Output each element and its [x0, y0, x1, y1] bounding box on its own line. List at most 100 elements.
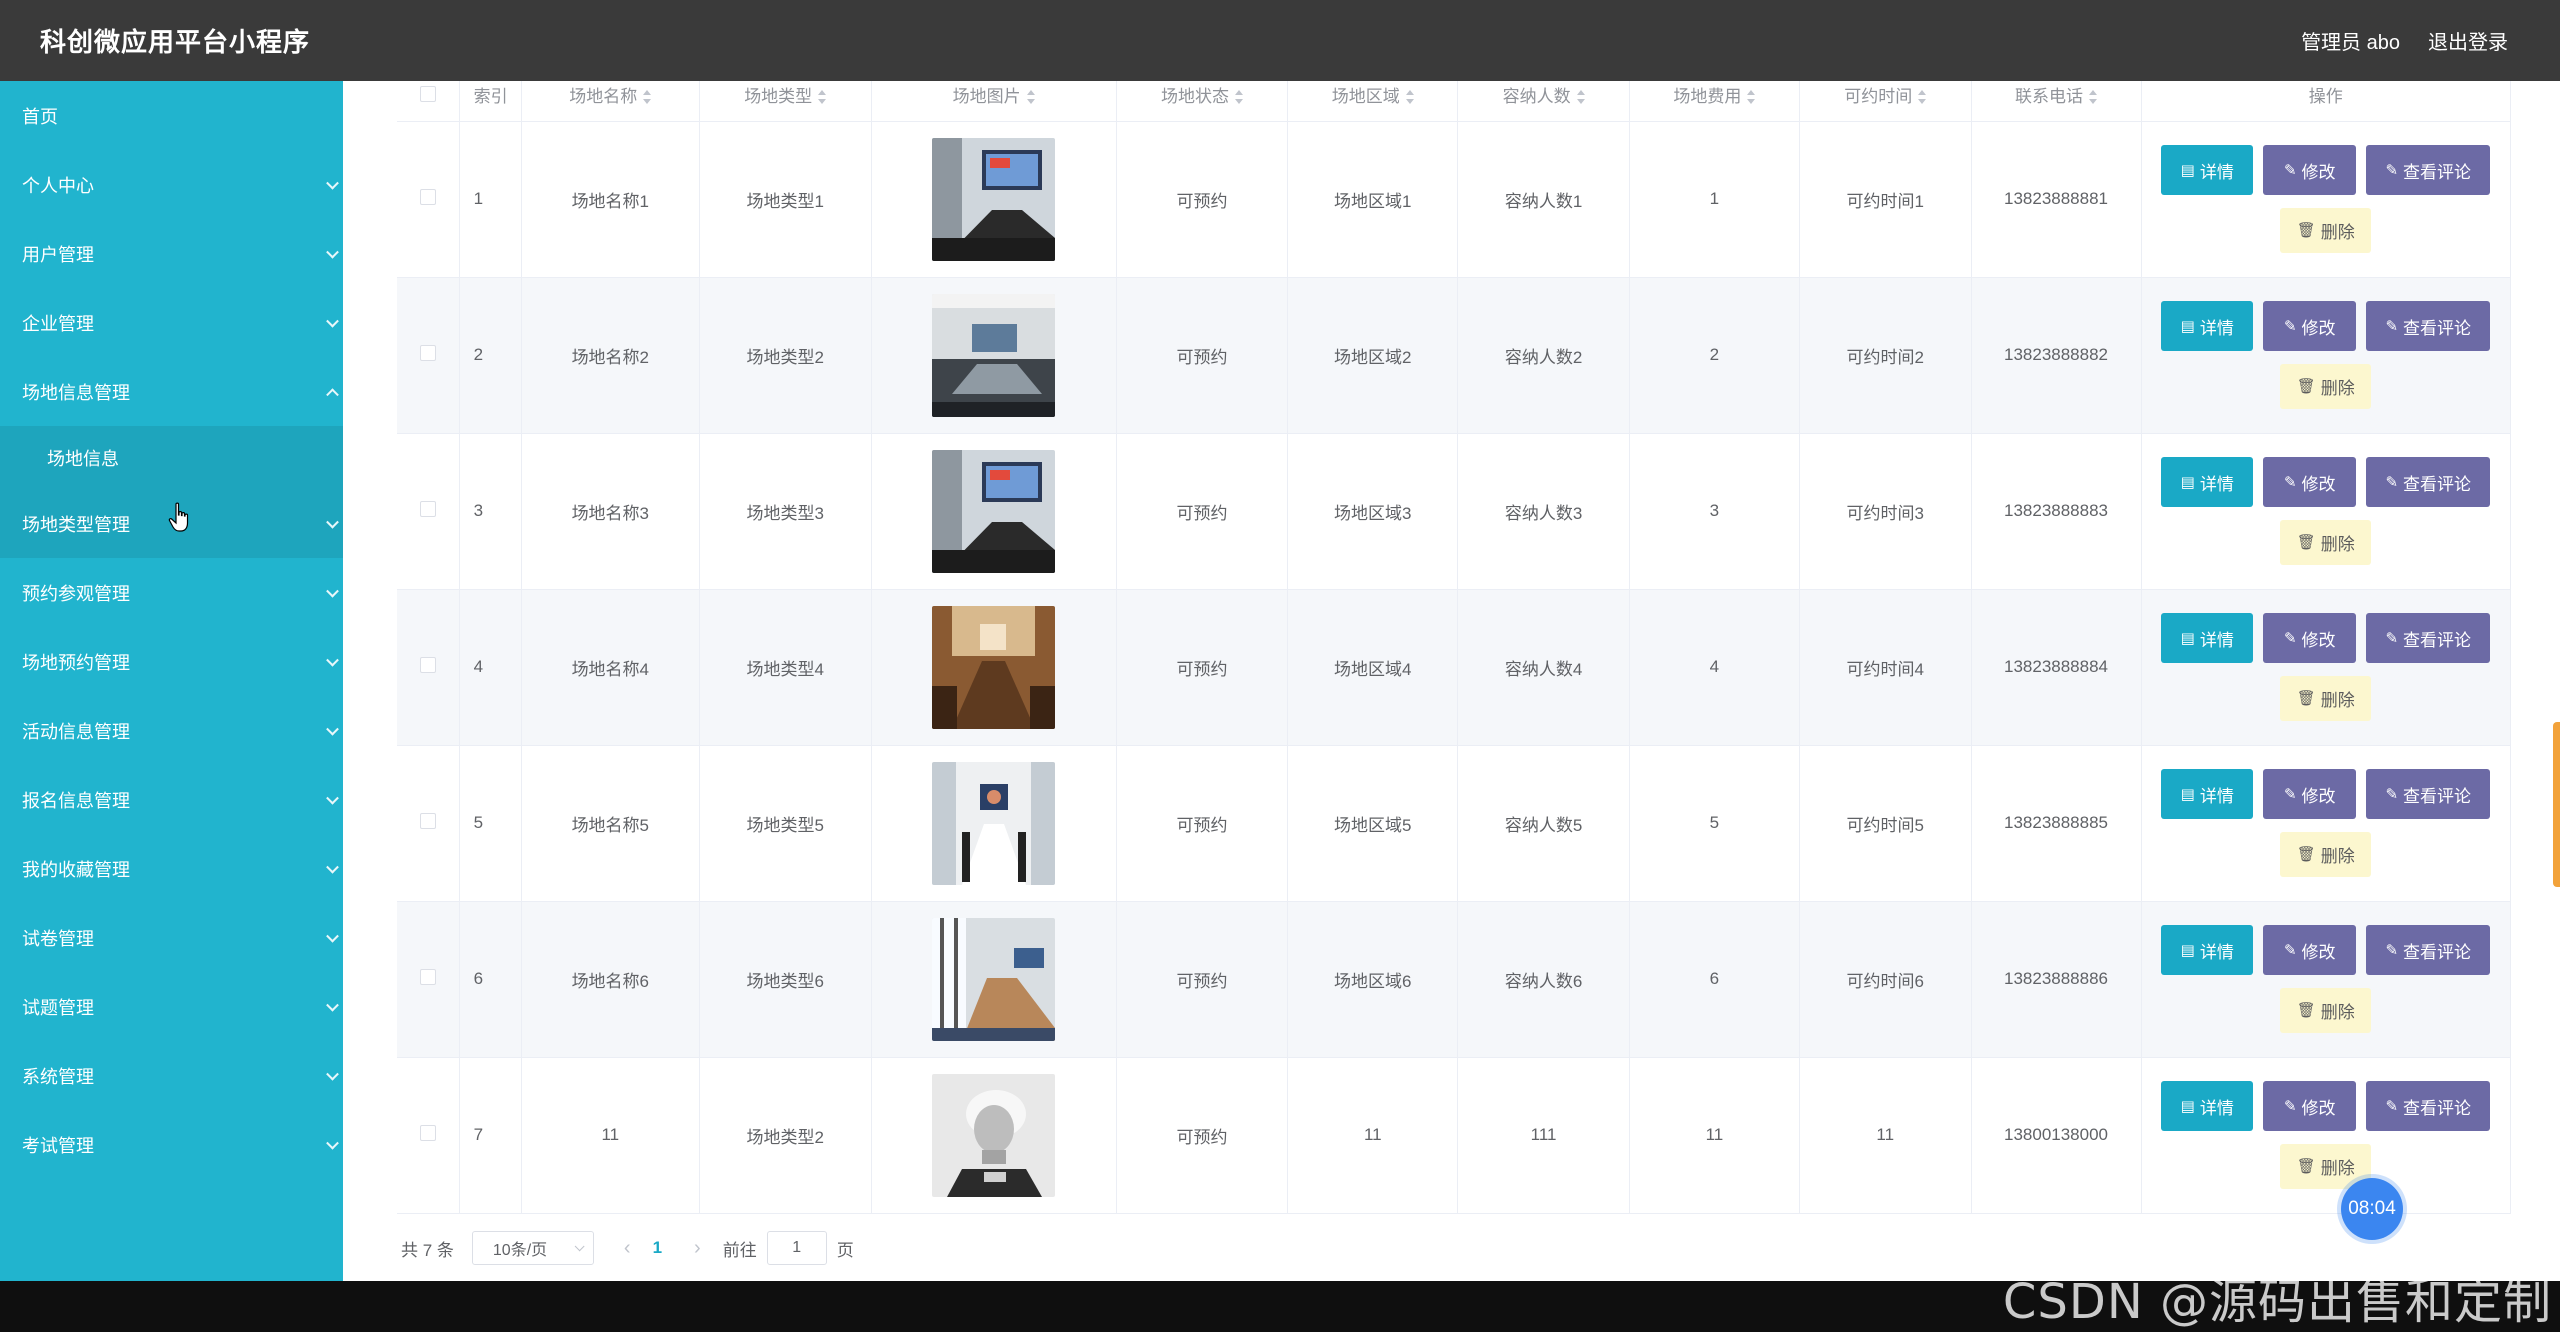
venue-thumbnail[interactable] — [932, 917, 1056, 1041]
logout-link[interactable]: 退出登录 — [2428, 26, 2508, 55]
venue-thumbnail[interactable] — [932, 449, 1056, 573]
edit-button[interactable]: ✎ 修改 — [2263, 301, 2357, 351]
detail-button[interactable]: ▤ 详情 — [2161, 457, 2254, 507]
venue-thumbnail[interactable] — [932, 293, 1056, 417]
column-header-time[interactable]: 可约时间 — [1799, 81, 1972, 122]
edit-button[interactable]: ✎ 修改 — [2263, 145, 2357, 195]
side-edge-tab[interactable] — [2553, 722, 2560, 887]
sort-icon[interactable] — [1576, 90, 1585, 105]
sidebar-item-system[interactable]: 系统管理 — [0, 1041, 343, 1110]
sidebar-item-questions[interactable]: 试题管理 — [0, 972, 343, 1041]
sidebar-item-profile[interactable]: 个人中心 — [0, 150, 343, 219]
cell-status: 可预约 — [1116, 745, 1289, 902]
delete-button[interactable]: 🗑 删除 — [2280, 520, 2372, 565]
row-checkbox[interactable] — [419, 344, 436, 361]
column-header-area[interactable]: 场地区域 — [1287, 81, 1459, 122]
column-header-label: 场地区域 — [1331, 86, 1400, 106]
row-select-cell — [397, 121, 460, 278]
cell-type: 场地类型2 — [699, 1057, 872, 1214]
column-header-capacity[interactable]: 容纳人数 — [1457, 81, 1630, 122]
row-select-cell — [397, 277, 460, 434]
row-checkbox[interactable] — [419, 656, 436, 673]
sidebar-item-visit-bookings[interactable]: 预约参观管理 — [0, 558, 343, 627]
cell-image — [871, 1057, 1117, 1214]
sort-icon[interactable] — [1747, 90, 1756, 105]
page-number-current[interactable]: 1 — [653, 1238, 662, 1258]
cell-image — [871, 277, 1117, 434]
view-comments-button[interactable]: ✎ 查看评论 — [2366, 145, 2491, 195]
detail-button[interactable]: ▤ 详情 — [2161, 925, 2254, 975]
detail-button[interactable]: ▤ 详情 — [2161, 613, 2254, 663]
sort-icon[interactable] — [1918, 90, 1927, 105]
cell-time: 可约时间4 — [1799, 589, 1972, 746]
next-page-icon[interactable]: › — [694, 1237, 701, 1260]
sidebar-item-favorites[interactable]: 我的收藏管理 — [0, 834, 343, 903]
sidebar-item-users[interactable]: 用户管理 — [0, 219, 343, 288]
view-comments-button[interactable]: ✎ 查看评论 — [2366, 301, 2491, 351]
sidebar-item-venue-info[interactable]: 场地信息管理 — [0, 357, 343, 426]
sidebar-item-venue-bookings[interactable]: 场地预约管理 — [0, 627, 343, 696]
timer-badge[interactable]: 08:04 — [2341, 1178, 2403, 1240]
detail-button[interactable]: ▤ 详情 — [2161, 145, 2254, 195]
delete-button[interactable]: 🗑 删除 — [2280, 208, 2372, 253]
button-label: 查看评论 — [2403, 1098, 2472, 1118]
sort-icon[interactable] — [2089, 90, 2097, 105]
edit-button[interactable]: ✎ 修改 — [2263, 1081, 2357, 1131]
sidebar-item-registrations[interactable]: 报名信息管理 — [0, 765, 343, 834]
sort-icon[interactable] — [1026, 90, 1035, 105]
sidebar-item-label: 我的收藏管理 — [22, 859, 130, 880]
delete-button[interactable]: 🗑 删除 — [2280, 676, 2372, 721]
view-comments-button[interactable]: ✎ 查看评论 — [2366, 457, 2491, 507]
edit-button[interactable]: ✎ 修改 — [2263, 613, 2357, 663]
delete-button[interactable]: 🗑 删除 — [2280, 832, 2372, 877]
row-checkbox[interactable] — [419, 1124, 436, 1141]
column-header-status[interactable]: 场地状态 — [1116, 81, 1289, 122]
cell-capacity: 容纳人数6 — [1457, 901, 1630, 1058]
cell-name: 场地名称3 — [521, 433, 700, 590]
venue-thumbnail[interactable] — [932, 1073, 1056, 1197]
sort-icon[interactable] — [818, 90, 827, 105]
row-checkbox[interactable] — [419, 500, 436, 517]
venue-thumbnail[interactable] — [932, 137, 1056, 261]
cell-phone: 13800138000 — [1971, 1057, 2142, 1214]
detail-button[interactable]: ▤ 详情 — [2161, 1081, 2254, 1131]
row-checkbox[interactable] — [419, 812, 436, 829]
column-header-image[interactable]: 场地图片 — [871, 81, 1117, 122]
sidebar-item-home[interactable]: 首页 — [0, 81, 343, 150]
delete-button[interactable]: 🗑 删除 — [2280, 364, 2372, 409]
page-size-select[interactable]: 10条/页 — [471, 1231, 594, 1265]
view-comments-button[interactable]: ✎ 查看评论 — [2366, 613, 2491, 663]
edit-button[interactable]: ✎ 修改 — [2263, 457, 2357, 507]
venue-thumbnail[interactable] — [932, 605, 1056, 729]
delete-button[interactable]: 🗑 删除 — [2280, 988, 2372, 1033]
table-row: 5 场地名称5 场地类型5 可预约 场地区域5 容纳人数5 5 可约时间5 1382388888… — [397, 745, 2511, 902]
prev-page-icon[interactable]: ‹ — [624, 1237, 631, 1260]
sidebar-item-activities[interactable]: 活动信息管理 — [0, 696, 343, 765]
column-header-fee[interactable]: 场地费用 — [1629, 81, 1800, 122]
detail-button[interactable]: ▤ 详情 — [2161, 301, 2254, 351]
sidebar-item-exam-papers[interactable]: 试卷管理 — [0, 903, 343, 972]
column-header-name[interactable]: 场地名称 — [521, 81, 700, 122]
column-header-type[interactable]: 场地类型 — [699, 81, 872, 122]
edit-button[interactable]: ✎ 修改 — [2263, 925, 2357, 975]
sidebar-item-venue-info-list[interactable]: 场地信息 — [0, 426, 343, 489]
sort-icon[interactable] — [1405, 90, 1414, 105]
watermark: CSDN @源码出售和定制 — [2002, 1274, 2552, 1330]
sidebar-item-exams[interactable]: 考试管理 — [0, 1110, 343, 1179]
sidebar-item-companies[interactable]: 企业管理 — [0, 288, 343, 357]
header-user-area: 管理员 abo 退出登录 — [2301, 26, 2508, 55]
view-comments-button[interactable]: ✎ 查看评论 — [2366, 769, 2491, 819]
view-comments-button[interactable]: ✎ 查看评论 — [2366, 925, 2491, 975]
edit-button[interactable]: ✎ 修改 — [2263, 769, 2357, 819]
sort-icon[interactable] — [643, 90, 652, 105]
row-checkbox[interactable] — [419, 968, 436, 985]
view-comments-button[interactable]: ✎ 查看评论 — [2366, 1081, 2491, 1131]
chevron-down-icon — [326, 1067, 339, 1081]
detail-button[interactable]: ▤ 详情 — [2161, 769, 2254, 819]
sort-icon[interactable] — [1234, 90, 1243, 105]
goto-page-input[interactable] — [766, 1231, 827, 1265]
row-checkbox[interactable] — [419, 188, 436, 205]
venue-thumbnail[interactable] — [932, 761, 1056, 885]
column-header-phone[interactable]: 联系电话 — [1971, 81, 2142, 122]
select-all-checkbox[interactable] — [419, 85, 436, 102]
